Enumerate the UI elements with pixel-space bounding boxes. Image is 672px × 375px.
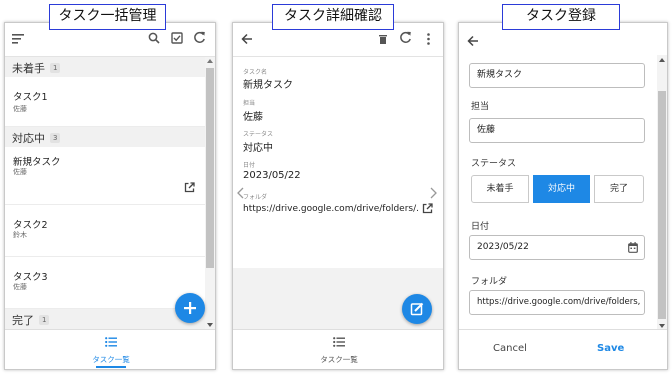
item-assignee: 佐藤 xyxy=(13,105,27,113)
nav-label: タスク一覧 xyxy=(92,355,130,364)
scroll-down-arrow-icon[interactable] xyxy=(207,323,213,327)
scroll-up-arrow-icon[interactable] xyxy=(207,59,213,63)
cancel-button[interactable]: Cancel xyxy=(493,343,527,354)
detail-card: タスク名 新規タスク 担当 佐藤 ステータス 対応中 日付 2023/05/22… xyxy=(233,57,443,268)
section-not-started: 未着手 1 xyxy=(5,57,205,77)
open-external-icon[interactable] xyxy=(422,203,433,214)
search-icon[interactable] xyxy=(148,32,160,44)
callout-list: タスク一括管理 xyxy=(49,4,166,30)
edit-icon xyxy=(410,302,424,316)
task-register-screen: 新規タスク 担当 佐藤 ステータス 未着手 対応中 完了 日付 2023/05/… xyxy=(458,22,668,370)
folder-field[interactable]: https://drive.google.com/drive/folders, xyxy=(469,290,645,315)
refresh-icon[interactable] xyxy=(399,31,412,44)
field-value-assignee: 佐藤 xyxy=(243,112,263,123)
add-icon xyxy=(183,301,197,315)
list-item[interactable]: 新規タスク 佐藤 xyxy=(5,147,205,205)
status-option-done[interactable]: 完了 xyxy=(594,175,644,203)
bottom-nav: タスク一覧 xyxy=(233,329,443,369)
chevron-right-icon[interactable] xyxy=(430,187,437,199)
date-field[interactable]: 2023/05/22 xyxy=(469,235,645,260)
section-title: 未着手 xyxy=(12,62,45,75)
scrollbar-thumb[interactable] xyxy=(658,91,666,319)
section-count: 1 xyxy=(39,315,50,325)
section-count: 1 xyxy=(50,63,61,73)
more-vert-icon[interactable] xyxy=(427,33,430,45)
date-label: 日付 xyxy=(471,222,490,232)
item-assignee: 佐藤 xyxy=(13,168,27,176)
status-label: ステータス xyxy=(471,159,517,169)
delete-icon[interactable] xyxy=(379,35,387,44)
list-icon xyxy=(333,337,345,347)
sort-icon[interactable] xyxy=(12,34,24,44)
bottom-nav: タスク一覧 xyxy=(5,329,215,369)
list-icon xyxy=(105,337,117,347)
callout-detail: タスク詳細確認 xyxy=(272,4,394,30)
edit-task-button[interactable] xyxy=(402,294,432,324)
chevron-left-icon[interactable] xyxy=(237,187,244,199)
nav-active-indicator xyxy=(96,366,126,368)
task-list-screen: 未着手 1 タスク1 佐藤 対応中 3 新規タスク 佐藤 タスク2 鈴木 タスク… xyxy=(4,22,216,370)
nav-task-list[interactable]: タスク一覧 xyxy=(304,330,374,369)
field-label-name: タスク名 xyxy=(243,69,268,76)
section-count: 3 xyxy=(50,133,61,143)
list-item[interactable]: タスク1 佐藤 xyxy=(5,77,205,127)
add-task-button[interactable] xyxy=(175,293,205,323)
field-label-assignee: 担当 xyxy=(243,100,256,107)
open-external-icon[interactable] xyxy=(184,182,195,193)
back-arrow-icon[interactable] xyxy=(467,35,479,47)
scrollbar[interactable] xyxy=(657,55,667,331)
list-item[interactable]: タスク3 佐藤 xyxy=(5,257,205,309)
scroll-down-arrow-icon[interactable] xyxy=(659,324,665,328)
save-button[interactable]: Save xyxy=(597,343,624,354)
nav-task-list[interactable]: タスク一覧 xyxy=(76,330,146,369)
back-arrow-icon[interactable] xyxy=(241,33,253,45)
field-value-folder[interactable]: https://drive.google.com/drive/folders/.… xyxy=(243,204,418,214)
field-label-folder: フォルダ xyxy=(243,194,268,201)
item-assignee: 佐藤 xyxy=(13,283,27,291)
field-label-date: 日付 xyxy=(243,162,256,169)
form-footer: Cancel Save xyxy=(459,329,667,369)
field-value-name: 新規タスク xyxy=(243,80,293,91)
field-value-status: 対応中 xyxy=(243,143,273,154)
field-label-status: ステータス xyxy=(243,131,274,138)
field-value-date: 2023/05/22 xyxy=(243,170,301,181)
calendar-icon[interactable] xyxy=(628,242,638,253)
status-option-in-progress[interactable]: 対応中 xyxy=(533,175,590,203)
assignee-field[interactable]: 佐藤 xyxy=(469,118,645,143)
callout-register: タスク登録 xyxy=(502,4,620,30)
date-value: 2023/05/22 xyxy=(477,242,529,252)
folder-label: フォルダ xyxy=(471,277,508,287)
task-detail-screen: タスク名 新規タスク 担当 佐藤 ステータス 対応中 日付 2023/05/22… xyxy=(232,22,444,370)
scroll-up-arrow-icon[interactable] xyxy=(659,58,665,62)
item-title: タスク2 xyxy=(13,220,48,231)
section-title: 完了 xyxy=(12,314,34,327)
section-title: 対応中 xyxy=(12,132,45,145)
assignee-label: 担当 xyxy=(471,102,490,112)
checkbox-icon[interactable] xyxy=(171,32,183,44)
nav-label: タスク一覧 xyxy=(320,355,358,364)
status-option-not-started[interactable]: 未着手 xyxy=(471,175,529,203)
item-assignee: 鈴木 xyxy=(13,231,27,239)
item-title: タスク1 xyxy=(13,92,48,103)
list-item[interactable]: タスク2 鈴木 xyxy=(5,205,205,257)
item-title: 新規タスク xyxy=(13,157,61,168)
section-in-progress: 対応中 3 xyxy=(5,127,205,147)
item-title: タスク3 xyxy=(13,272,48,283)
refresh-icon[interactable] xyxy=(193,31,206,44)
task-name-field[interactable]: 新規タスク xyxy=(469,63,645,88)
scrollbar-thumb[interactable] xyxy=(206,67,214,268)
scrollbar[interactable] xyxy=(205,57,215,329)
